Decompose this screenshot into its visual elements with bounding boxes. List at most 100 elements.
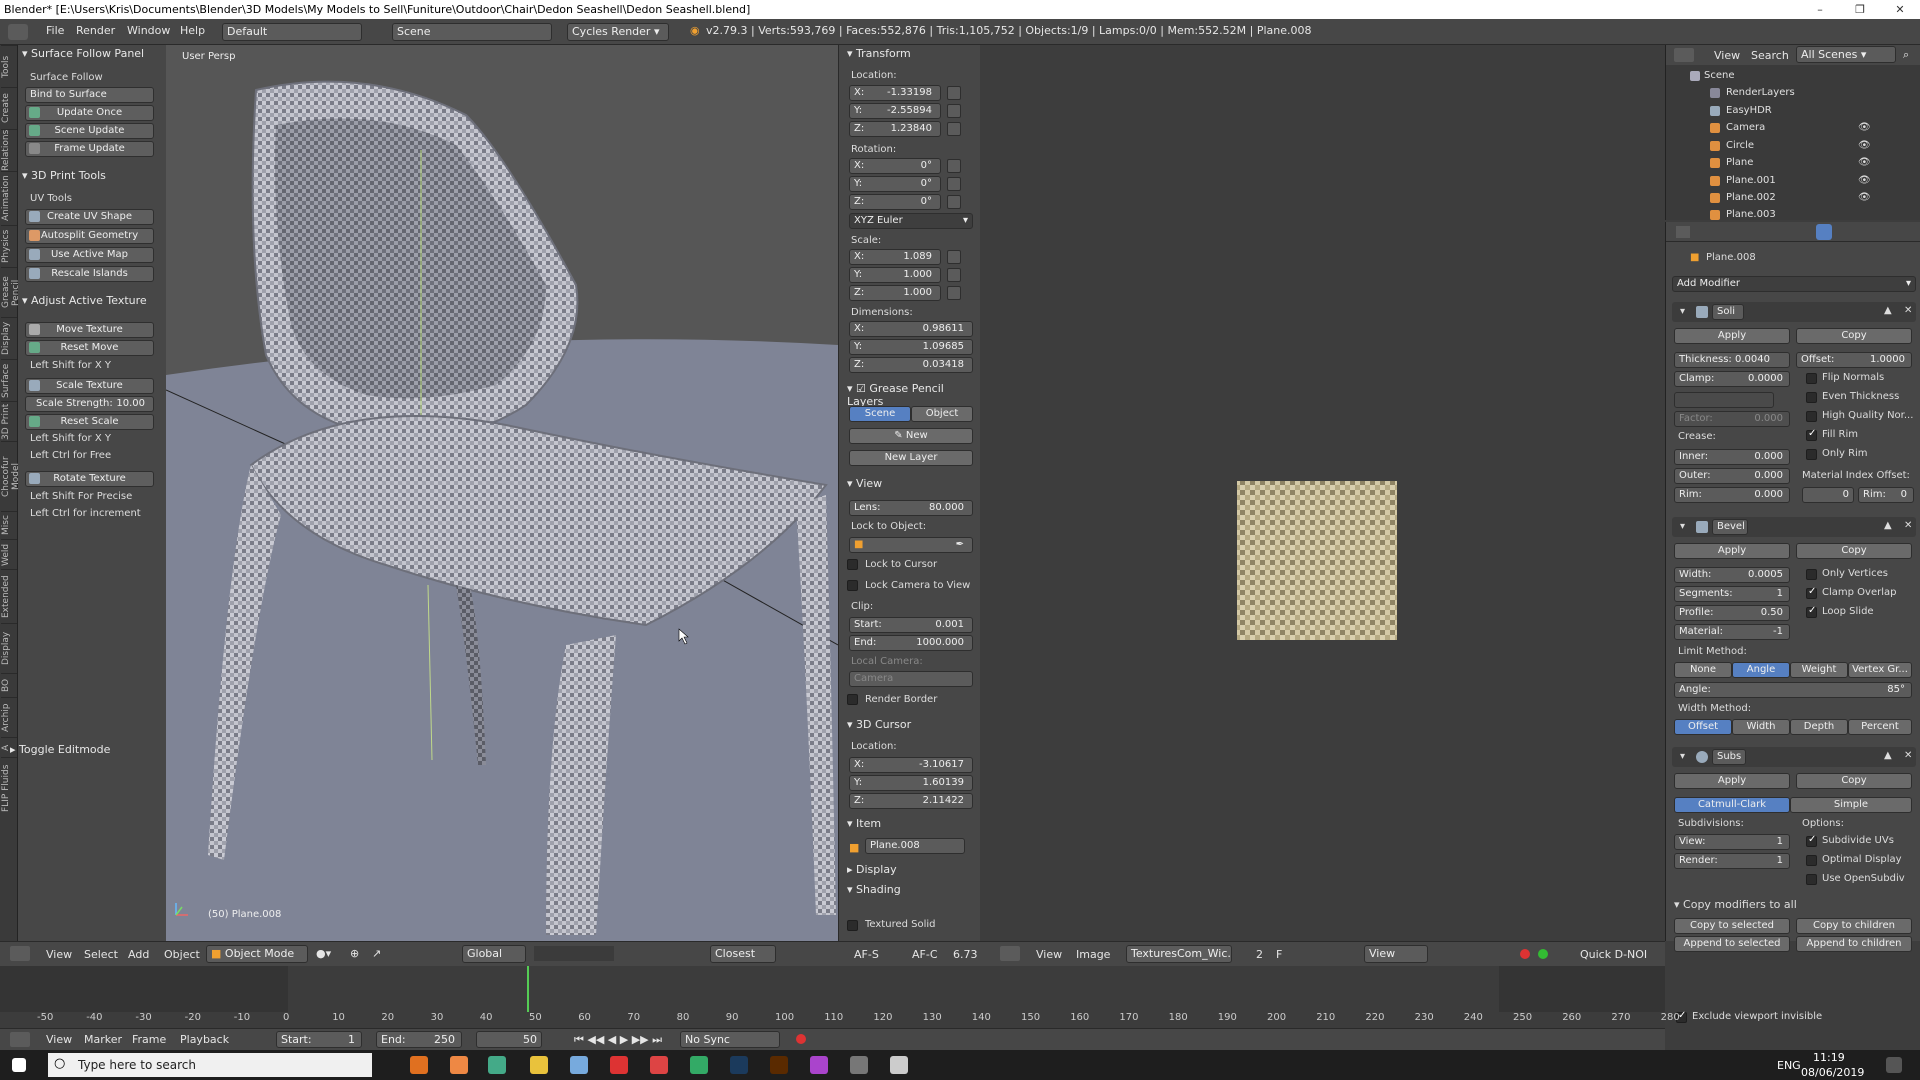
outliner-filter-select[interactable]: All Scenes ▾ [1796,46,1896,63]
limit-weight-button[interactable]: Weight [1790,662,1848,678]
location-z-field[interactable]: Z: 1.23840 [849,121,941,137]
lock-icon[interactable] [947,86,961,100]
tab-3d-print[interactable]: 3D Print [1,401,17,441]
app-icon[interactable] [570,1056,588,1074]
scale-x-field[interactable]: X: 1.089 [849,249,941,265]
render-engine-select[interactable]: Cycles Render ▾ [567,23,669,41]
snap-select[interactable]: Closest [710,945,776,963]
quick-denoise-button[interactable]: Quick D-NOI [1580,948,1647,961]
high-quality-normals-checkbox[interactable] [1806,411,1817,422]
timeline-menu-playback[interactable]: Playback [180,1033,229,1046]
material-offset-rim-field[interactable]: Rim: 0 [1858,487,1914,503]
app-icon[interactable] [850,1056,868,1074]
material-offset-field[interactable]: 0 [1802,487,1854,503]
use-opensubdiv-checkbox[interactable] [1806,874,1817,885]
outliner-item-plane-003[interactable]: Plane.003 [1726,209,1776,220]
editor-type-icon[interactable] [10,946,30,961]
bevel-profile-field[interactable]: Profile: 0.50 [1674,605,1790,621]
photos-icon[interactable] [890,1056,908,1074]
maximize-icon[interactable]: ❐ [1845,0,1875,19]
rotate-texture-button[interactable]: Rotate Texture [25,471,154,487]
photoshop-icon[interactable] [730,1056,748,1074]
start-frame-field[interactable]: Start: 1 [276,1031,362,1048]
outliner-item-scene[interactable]: Scene [1704,70,1735,81]
remove-modifier-icon[interactable]: ✕ [1904,520,1912,531]
image-view-select[interactable]: View [1364,945,1428,963]
close-icon[interactable]: ✕ [1885,0,1915,19]
af-c-toggle[interactable]: AF-C [912,948,938,961]
panel-3d-cursor[interactable]: ▾ 3D Cursor [847,718,911,731]
manipulator-icon[interactable]: ↗ [372,947,381,960]
scene-selector[interactable]: Scene [392,23,552,41]
outliner-item-circle[interactable]: Circle [1726,140,1754,151]
new-grease-pencil-button[interactable]: ✎ New [849,428,973,444]
panel-3d-print[interactable]: ▾ 3D Print Tools [22,169,106,182]
subsurf-render-field[interactable]: Render: 1 [1674,853,1790,869]
tab-chocofur[interactable]: Chocofur Model Manager [1,441,31,511]
tab-surface[interactable]: Surface [1,359,17,401]
cursor-x-field[interactable]: X: -3.10617 [849,757,973,773]
vertex-group-field[interactable] [1674,392,1774,408]
subsurf-copy-button[interactable]: Copy [1796,773,1912,789]
tab-create[interactable]: Create [1,87,17,129]
subsurf-name-field[interactable]: Subs [1712,749,1746,765]
append-to-children-button[interactable]: Append to children [1796,936,1912,952]
tab-relations[interactable]: Relations [1,129,17,171]
textured-solid-checkbox[interactable] [847,920,858,931]
dimension-y-field[interactable]: Y: 1.09685 [849,339,973,355]
playback-controls[interactable]: ⏮ ◀◀ ◀ ▶ ▶▶ ⏭ [574,1033,662,1047]
menu-object[interactable]: Object [164,948,200,961]
tab-archip[interactable]: Archip [1,697,17,737]
scale-y-field[interactable]: Y: 1.000 [849,267,941,283]
search-icon[interactable]: ⌕ [1903,48,1909,62]
rescale-islands-button[interactable]: Rescale Islands [25,266,154,282]
language-indicator[interactable]: ENG [1777,1059,1801,1072]
outliner-item-camera[interactable]: Camera [1726,122,1765,133]
image-select[interactable]: TexturesCom_Wic... [1126,945,1232,963]
tab-animation[interactable]: Animation [1,171,17,225]
create-uv-shape-button[interactable]: Create UV Shape [25,209,154,225]
windows-start-icon[interactable] [12,1058,26,1072]
clamp-overlap-checkbox[interactable] [1806,586,1817,599]
blender-2-app-icon[interactable] [450,1056,468,1074]
tab-grease-pencil[interactable]: Grease Pencil [1,267,21,317]
rotation-z-field[interactable]: Z: 0° [849,194,941,210]
illustrator-icon[interactable] [770,1056,788,1074]
end-frame-field[interactable]: End: 250 [376,1031,462,1048]
panel-shading[interactable]: ▾ Shading [847,883,901,896]
panel-item[interactable]: ▾ Item [847,817,881,830]
dimension-x-field[interactable]: X: 0.98611 [849,321,973,337]
notifications-icon[interactable] [1886,1057,1902,1073]
width-offset-button[interactable]: Offset [1674,719,1732,735]
copy-to-selected-button[interactable]: Copy to selected [1674,918,1790,934]
rotation-y-field[interactable]: Y: 0° [849,176,941,192]
lock-camera-checkbox[interactable] [847,580,858,591]
outliner-item-plane-002[interactable]: Plane.002 [1726,192,1776,203]
image-editor[interactable] [980,45,1665,941]
app-icon[interactable] [810,1056,828,1074]
solidify-name-field[interactable]: Soli [1712,304,1744,320]
reset-move-button[interactable]: Reset Move [25,340,154,356]
solidify-copy-button[interactable]: Copy [1796,328,1912,344]
menu-file[interactable]: File [46,24,64,37]
only-rim-checkbox[interactable] [1806,449,1817,460]
record-icon[interactable] [796,1034,806,1044]
scale-z-field[interactable]: Z: 1.000 [849,285,941,301]
subdivide-uvs-checkbox[interactable] [1806,834,1817,847]
flip-normals-checkbox[interactable] [1806,373,1817,384]
clip-start-field[interactable]: Start: 0.001 [849,617,973,633]
limit-none-button[interactable]: None [1674,662,1732,678]
remove-modifier-icon[interactable]: ✕ [1904,305,1912,316]
timeline-menu-marker[interactable]: Marker [84,1033,122,1046]
use-active-map-button[interactable]: Use Active Map [25,247,154,263]
pivot-icon[interactable]: ⊕ [350,947,359,960]
limit-angle-button[interactable]: Angle [1732,662,1790,678]
move-texture-button[interactable]: Move Texture [25,322,154,338]
lock-icon[interactable] [947,195,961,209]
panel-transform[interactable]: ▾ Transform [847,47,911,60]
dimension-z-field[interactable]: Z: 0.03418 [849,357,973,373]
tab-weld[interactable]: Weld [1,539,17,569]
lock-to-cursor-checkbox[interactable] [847,559,858,570]
scene-update-button[interactable]: Scene Update [25,123,154,139]
editor-type-icon[interactable] [8,24,28,40]
